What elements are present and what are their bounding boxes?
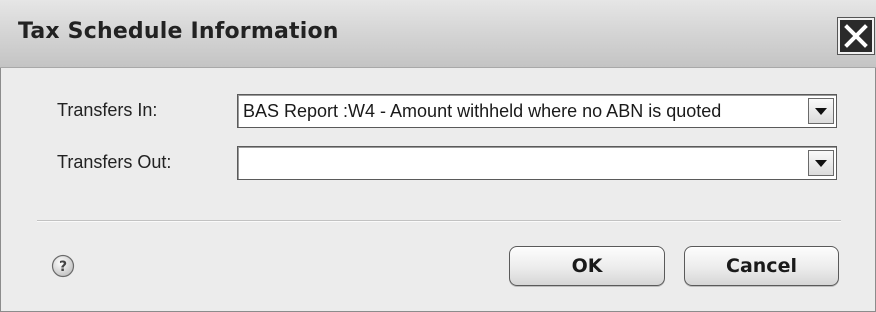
dialog-body: Transfers In: BAS Report :W4 - Amount wi… [0, 68, 876, 312]
help-icon: ? [51, 254, 75, 278]
chevron-down-icon [809, 99, 833, 123]
ok-button[interactable]: OK [509, 246, 665, 286]
chevron-down-icon [809, 151, 833, 175]
transfers-out-dropdown-button[interactable] [808, 150, 834, 176]
close-button[interactable] [838, 18, 874, 54]
tax-schedule-dialog: Tax Schedule Information Transfers In: B… [0, 0, 876, 312]
transfers-in-value: BAS Report :W4 - Amount withheld where n… [243, 101, 722, 121]
close-icon [840, 20, 872, 52]
title-bar: Tax Schedule Information [0, 0, 876, 68]
transfers-in-label: Transfers In: [57, 100, 158, 120]
transfers-out-dropdown[interactable] [237, 146, 837, 180]
cancel-button[interactable]: Cancel [684, 246, 839, 286]
transfers-in-dropdown[interactable]: BAS Report :W4 - Amount withheld where n… [237, 94, 837, 128]
separator-line [37, 220, 841, 222]
dialog-title: Tax Schedule Information [18, 19, 339, 44]
svg-text:?: ? [59, 259, 67, 275]
help-button[interactable]: ? [51, 254, 75, 278]
transfers-in-dropdown-button[interactable] [808, 98, 834, 124]
transfers-out-label: Transfers Out: [57, 152, 172, 172]
